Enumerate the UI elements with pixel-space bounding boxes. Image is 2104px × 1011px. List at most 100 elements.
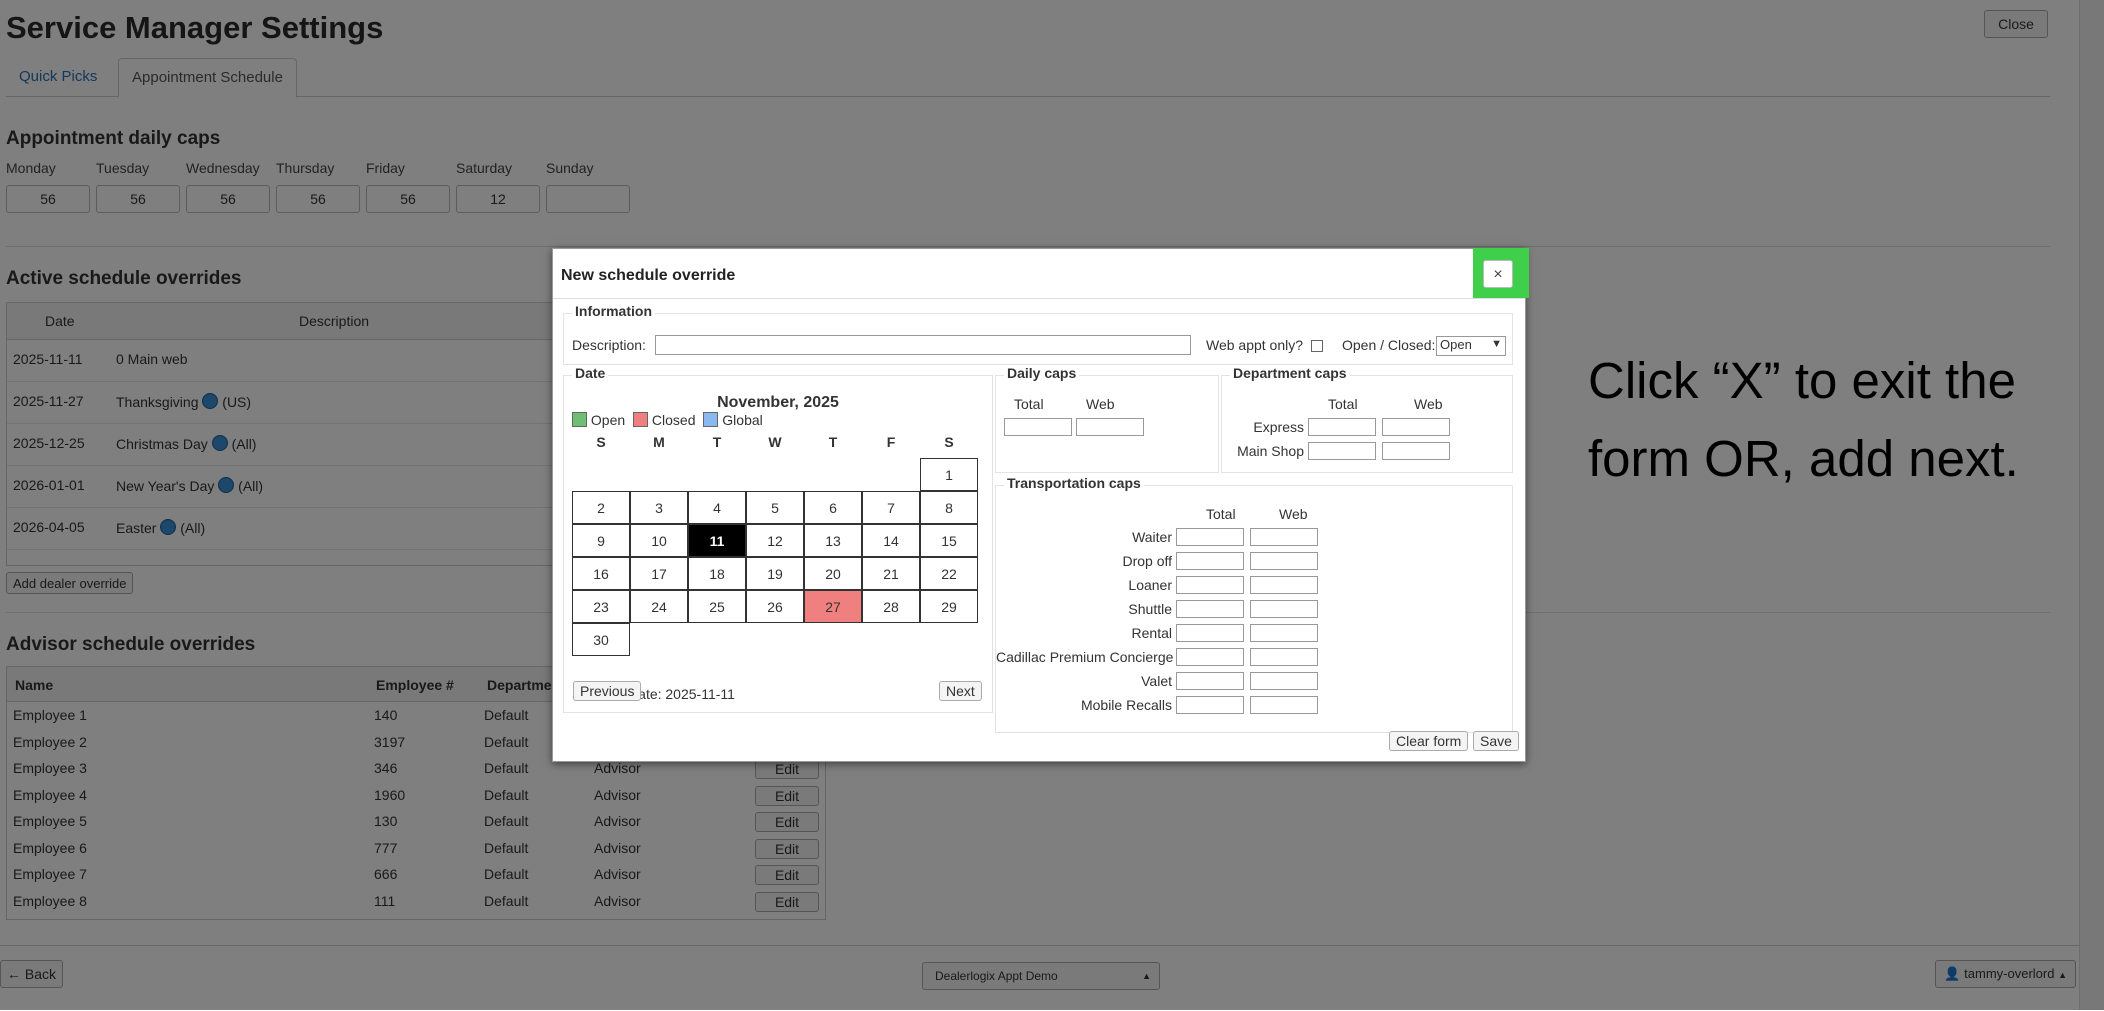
save-button[interactable]: Save [1473, 731, 1519, 751]
transport-label: Valet [1141, 673, 1172, 689]
transport-total-input[interactable] [1176, 576, 1244, 594]
calendar-day[interactable]: 7 [862, 491, 920, 524]
open-swatch-icon [572, 412, 587, 427]
dialog-divider [553, 298, 1525, 299]
transport-total-input[interactable] [1176, 648, 1244, 666]
transport-total-input[interactable] [1176, 552, 1244, 570]
weekday-label: S [596, 434, 606, 450]
transport-web-input[interactable] [1250, 576, 1318, 594]
open-closed-label: Open / Closed: [1342, 337, 1436, 353]
calendar-day[interactable]: 24 [630, 590, 688, 623]
instruction-callout: Click “X” to exit the form OR, add next. [1588, 352, 2019, 487]
calendar-day[interactable]: 3 [630, 491, 688, 524]
daily-caps-fieldset: Daily caps Total Web [995, 365, 1219, 473]
closed-swatch-icon [633, 412, 649, 427]
daily-total-input[interactable] [1004, 418, 1072, 436]
close-icon[interactable]: × [1483, 260, 1513, 288]
calendar-day[interactable]: 11 [688, 524, 746, 557]
date-legend: Date [572, 365, 609, 381]
transport-total-input[interactable] [1176, 528, 1244, 546]
calendar-day[interactable]: 10 [630, 524, 688, 557]
department-caps-fieldset: Department caps Total Web Express Main Sh… [1221, 365, 1513, 473]
transport-total-label: Total [1206, 506, 1236, 522]
calendar-day[interactable]: 5 [746, 491, 804, 524]
calendar-day[interactable]: 12 [746, 524, 804, 557]
transport-web-input[interactable] [1250, 528, 1318, 546]
calendar-day[interactable]: 27 [804, 590, 862, 623]
next-month-button[interactable]: Next [939, 681, 982, 701]
calendar-day[interactable]: 14 [862, 524, 920, 557]
calendar-day[interactable]: 9 [572, 524, 630, 557]
new-schedule-override-dialog: New schedule override × Information Desc… [552, 248, 1529, 762]
web-only-checkbox[interactable] [1311, 340, 1323, 352]
calendar-day[interactable]: 21 [862, 557, 920, 590]
transport-total-input[interactable] [1176, 624, 1244, 642]
daily-caps-legend: Daily caps [1004, 365, 1080, 381]
calendar-legend: Open Closed Global [572, 412, 763, 428]
department-web-input[interactable] [1382, 418, 1450, 436]
calendar-day[interactable]: 1 [920, 458, 978, 491]
description-input[interactable] [655, 335, 1191, 355]
global-swatch-icon [703, 412, 719, 427]
transport-web-label: Web [1279, 506, 1308, 522]
calendar-day[interactable]: 6 [804, 491, 862, 524]
calendar-day[interactable]: 20 [804, 557, 862, 590]
calendar-day[interactable]: 25 [688, 590, 746, 623]
description-label: Description: [572, 337, 646, 353]
department-caps-legend: Department caps [1230, 365, 1350, 381]
transport-label: Waiter [1132, 529, 1172, 545]
weekday-label: T [828, 434, 838, 450]
weekday-label: W [768, 434, 782, 450]
transport-label: Mobile Recalls [1080, 697, 1172, 713]
close-highlight: × [1473, 248, 1529, 298]
clear-form-button[interactable]: Clear form [1389, 731, 1469, 751]
transport-web-input[interactable] [1250, 624, 1318, 642]
dept-web-label: Web [1414, 396, 1443, 412]
information-legend: Information [572, 303, 655, 319]
calendar-day[interactable]: 22 [920, 557, 978, 590]
transport-web-input[interactable] [1250, 600, 1318, 618]
daily-web-label: Web [1086, 396, 1115, 412]
calendar-day[interactable]: 2 [572, 491, 630, 524]
calendar-day[interactable]: 30 [572, 623, 630, 656]
department-total-input[interactable] [1308, 442, 1376, 460]
calendar-day[interactable]: 4 [688, 491, 746, 524]
calendar-day[interactable]: 26 [746, 590, 804, 623]
weekday-label: M [653, 434, 665, 450]
weekday-label: F [886, 434, 896, 450]
transport-web-input[interactable] [1250, 552, 1318, 570]
transport-label: Shuttle [1128, 601, 1172, 617]
daily-web-input[interactable] [1076, 418, 1144, 436]
department-web-input[interactable] [1382, 442, 1450, 460]
calendar-month: November, 2025 [717, 394, 839, 411]
legend-closed: Closed [651, 412, 696, 428]
chevron-down-icon: ▼ [1491, 338, 1502, 350]
transportation-caps-fieldset: Transportation caps Total Web Waiter Drop… [995, 475, 1513, 733]
calendar-day[interactable]: 19 [746, 557, 804, 590]
transport-web-input[interactable] [1250, 648, 1318, 666]
calendar-day[interactable]: 28 [862, 590, 920, 623]
transport-label: Loaner [1128, 577, 1172, 593]
transport-label: Drop off [1122, 553, 1172, 569]
open-closed-value: Open [1440, 337, 1472, 352]
calendar-day[interactable]: 8 [920, 491, 978, 524]
legend-open: Open [590, 412, 626, 428]
information-fieldset: Information Description: Web appt only? … [563, 303, 1513, 365]
calendar-day[interactable]: 13 [804, 524, 862, 557]
open-closed-select[interactable]: Open ▼ [1436, 336, 1506, 356]
transport-total-input[interactable] [1176, 696, 1244, 714]
transport-web-input[interactable] [1250, 696, 1318, 714]
transport-web-input[interactable] [1250, 672, 1318, 690]
web-only-label: Web appt only? [1206, 337, 1304, 353]
calendar-day[interactable]: 15 [920, 524, 978, 557]
transport-label: Rental [1131, 625, 1172, 641]
calendar-day[interactable]: 29 [920, 590, 978, 623]
previous-month-button[interactable]: Previous [573, 681, 642, 701]
calendar-day[interactable]: 16 [572, 557, 630, 590]
calendar-day[interactable]: 23 [572, 590, 630, 623]
department-total-input[interactable] [1308, 418, 1376, 436]
calendar-day[interactable]: 17 [630, 557, 688, 590]
transport-total-input[interactable] [1176, 600, 1244, 618]
calendar-day[interactable]: 18 [688, 557, 746, 590]
transport-total-input[interactable] [1176, 672, 1244, 690]
